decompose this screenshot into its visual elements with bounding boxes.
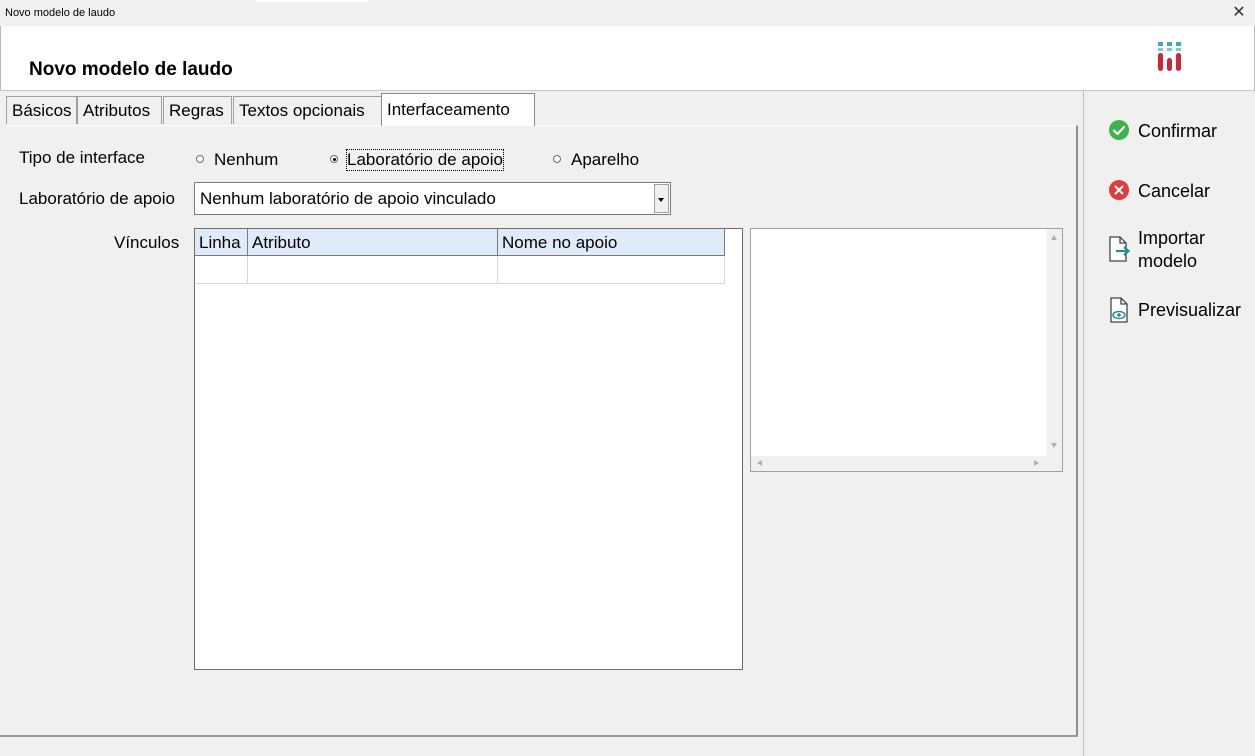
radio-label: Laboratório de apoio <box>346 149 504 171</box>
interface-type-label: Tipo de interface <box>19 148 145 167</box>
import-model-button[interactable]: Importar modelo <box>1100 227 1250 275</box>
scroll-left-icon[interactable] <box>757 460 762 466</box>
bottom-divider <box>0 735 1078 737</box>
confirm-label: Confirmar <box>1138 121 1218 141</box>
scrollbar-corner <box>1047 456 1062 471</box>
tab-textos-opcionais[interactable]: Textos opcionais <box>233 96 382 124</box>
column-header-nome-no-apoio[interactable]: Nome no apoio <box>498 229 725 256</box>
import-label-line2: modelo <box>1138 251 1198 271</box>
tab-label: Textos opcionais <box>239 101 365 120</box>
radio-label: Nenhum <box>214 150 279 169</box>
chevron-down-icon[interactable] <box>654 184 669 213</box>
radio-laboratorio-de-apoio[interactable]: Laboratório de apoio <box>330 148 525 172</box>
horizontal-scrollbar[interactable] <box>751 456 1047 471</box>
tab-label: Regras <box>169 101 224 120</box>
radio-indicator <box>196 155 204 163</box>
tab-atributos[interactable]: Atributos <box>77 96 162 124</box>
links-label: Vínculos <box>114 233 180 252</box>
support-lab-select[interactable]: Nenhum laboratório de apoio vinculado <box>194 182 671 215</box>
preview-button[interactable]: Previsualizar <box>1100 296 1250 324</box>
check-circle-icon <box>1109 120 1129 140</box>
scroll-down-icon[interactable] <box>1051 443 1057 448</box>
import-label-line1: Importar <box>1138 228 1206 248</box>
cancel-label: Cancelar <box>1138 181 1211 201</box>
import-file-icon <box>1109 236 1130 262</box>
cancel-circle-icon <box>1109 180 1129 200</box>
confirm-button[interactable]: Confirmar <box>1100 118 1250 144</box>
tab-basicos[interactable]: Básicos <box>6 96 77 124</box>
dialog-header: Novo modelo de laudo <box>0 26 1255 90</box>
tab-label: Básicos <box>12 101 72 120</box>
grid-cell[interactable] <box>195 256 248 284</box>
radio-label: Aparelho <box>571 150 640 169</box>
tab-interfaceamento[interactable]: Interfaceamento <box>381 93 535 126</box>
links-grid[interactable]: Linha Atributo Nome no apoio <box>194 228 743 670</box>
header-divider <box>0 90 1255 91</box>
tab-regras[interactable]: Regras <box>163 96 232 124</box>
support-lab-label: Laboratório de apoio <box>19 189 175 208</box>
radio-indicator <box>553 155 561 163</box>
close-icon[interactable]: ✕ <box>1228 2 1250 24</box>
tab-label: Interfaceamento <box>387 100 510 119</box>
tab-label: Atributos <box>83 101 151 120</box>
cancel-button[interactable]: Cancelar <box>1100 178 1250 204</box>
scroll-right-icon[interactable] <box>1034 460 1039 466</box>
page-title: Novo modelo de laudo <box>29 59 233 80</box>
lab-tubes-logo-icon <box>1158 42 1181 71</box>
radio-aparelho[interactable]: Aparelho <box>553 150 653 170</box>
radio-nenhum[interactable]: Nenhum <box>196 150 291 170</box>
window-title: Novo modelo de laudo <box>5 7 116 19</box>
preview-label: Previsualizar <box>1138 300 1242 320</box>
window-title-bar: Novo modelo de laudo ✕ <box>0 0 1255 26</box>
column-header-atributo[interactable]: Atributo <box>248 229 498 256</box>
column-header-linha[interactable]: Linha <box>195 229 248 256</box>
support-lab-value: Nenhum laboratório de apoio vinculado <box>200 189 496 208</box>
title-bar-accent <box>256 0 368 2</box>
scroll-up-icon[interactable] <box>1051 235 1057 240</box>
radio-indicator <box>330 155 338 163</box>
grid-cell[interactable] <box>498 256 725 284</box>
preview-memo[interactable] <box>750 228 1063 472</box>
preview-file-icon <box>1110 297 1128 323</box>
vertical-scrollbar[interactable] <box>1047 229 1062 456</box>
grid-cell[interactable] <box>248 256 498 284</box>
vertical-divider <box>1083 91 1084 756</box>
